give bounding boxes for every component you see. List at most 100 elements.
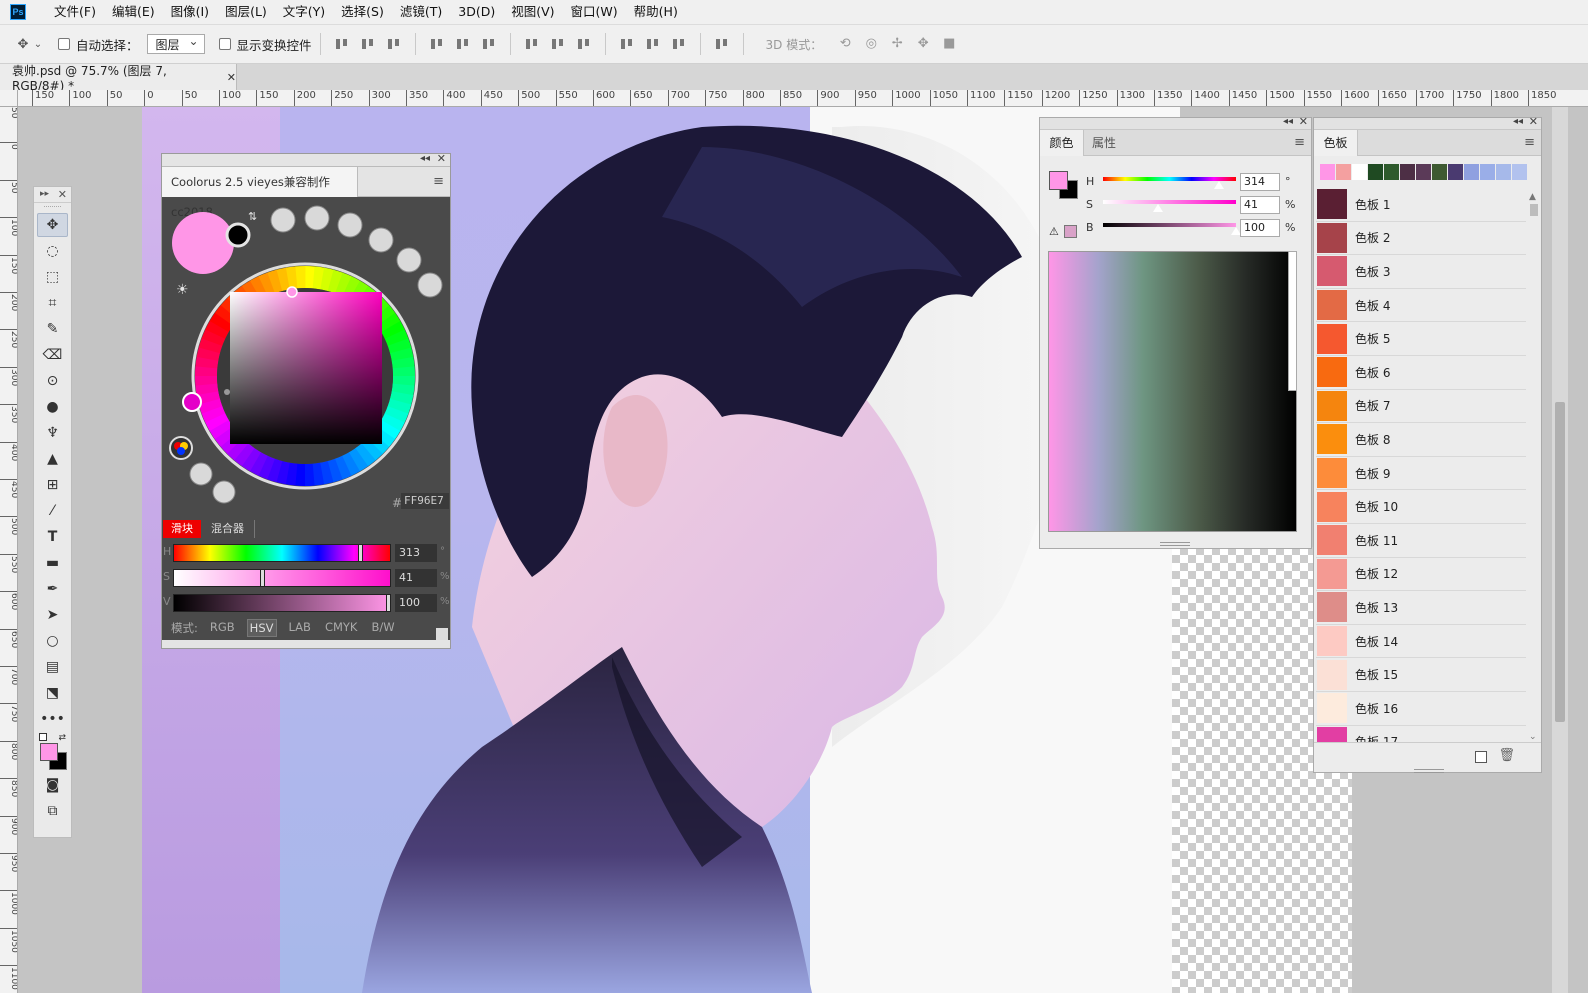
menu-item[interactable]: 文件(F): [46, 0, 104, 24]
color-panel-topstrip[interactable]: ◂◂ ✕: [1040, 115, 1311, 130]
slider-value[interactable]: 100: [395, 594, 437, 612]
brush-tool-icon[interactable]: ✎: [37, 317, 68, 341]
slider-value[interactable]: 41: [1240, 196, 1280, 214]
swatch-chip[interactable]: [1317, 390, 1347, 421]
menu-item[interactable]: 图层(L): [217, 0, 275, 24]
move-tool-icon[interactable]: ✥: [14, 35, 32, 53]
tab-properties[interactable]: 属性: [1092, 130, 1116, 156]
gamut-warning-swatch[interactable]: [1064, 225, 1077, 238]
auto-align-icon[interactable]: [714, 36, 730, 52]
menu-item[interactable]: 3D(D): [450, 0, 503, 24]
expand-icon[interactable]: ▸▸: [40, 189, 49, 199]
swatch-chip[interactable]: [1317, 726, 1347, 743]
mode-option[interactable]: B/W: [369, 619, 396, 637]
menu-item[interactable]: 滤镜(T): [392, 0, 450, 24]
swap-icon[interactable]: ⇅: [248, 210, 257, 223]
preset-knob-6[interactable]: [417, 272, 443, 298]
menu-item[interactable]: 帮助(H): [626, 0, 686, 24]
close-icon[interactable]: ✕: [58, 188, 67, 201]
ellipse-tool-icon[interactable]: ○: [37, 629, 68, 653]
eraser-tool-icon[interactable]: ⌫: [37, 343, 68, 367]
recent-color-swatch[interactable]: [1448, 164, 1463, 180]
close-icon[interactable]: ✕: [1529, 115, 1538, 128]
trash-icon[interactable]: 🗑: [1498, 748, 1515, 763]
collapse-icon[interactable]: ◂◂: [420, 153, 430, 164]
align-vcenter-icon[interactable]: [360, 36, 376, 52]
swatch-chip[interactable]: [1317, 424, 1347, 455]
coolorus-tab[interactable]: Coolorus 2.5 vieyes兼容制作cc2018: [162, 167, 358, 219]
swatch-chip[interactable]: [1317, 189, 1347, 220]
preset-knob-8[interactable]: [212, 480, 236, 504]
swatches-panel-topstrip[interactable]: ◂◂ ✕: [1314, 115, 1541, 130]
foreground-color-swatch[interactable]: [1049, 171, 1068, 190]
eyedropper-tool-icon[interactable]: ⁄: [37, 499, 68, 523]
menu-item[interactable]: 窗口(W): [563, 0, 626, 24]
color-picker-handle[interactable]: [286, 286, 298, 298]
panel-menu-icon[interactable]: ≡: [1294, 135, 1305, 150]
menu-item[interactable]: 图像(I): [163, 0, 217, 24]
more-tools-icon[interactable]: •••: [37, 707, 68, 731]
swatch-chip[interactable]: [1317, 256, 1347, 287]
tools-panel-header[interactable]: ▸▸ ✕: [34, 187, 71, 203]
swatch-chip[interactable]: [1317, 659, 1347, 690]
align-bottom-icon[interactable]: [386, 36, 402, 52]
rotate-view-tool-icon[interactable]: ⬔: [37, 681, 68, 705]
auto-select-checkbox-box[interactable]: [58, 38, 70, 50]
swatch-chip[interactable]: [1317, 592, 1347, 623]
slider-track[interactable]: [173, 594, 391, 612]
tab-color[interactable]: 颜色: [1040, 130, 1084, 156]
ruler-corner[interactable]: [0, 90, 18, 107]
horizontal-ruler[interactable]: 150 100 50 0 50 100 150 200 250 300 350 400 450 500 55…: [18, 90, 1588, 107]
canvas-scroll-thumb[interactable]: [1555, 402, 1565, 722]
collapse-icon[interactable]: ◂◂: [1513, 116, 1523, 127]
hue-handle[interactable]: [182, 392, 202, 412]
swatch-chip[interactable]: [1317, 491, 1347, 522]
vertical-ruler[interactable]: 50 0 50 100 150 200 250 300 350 400 450 500 550 600 65…: [0, 107, 18, 993]
list-item[interactable]: 色板 11: [1316, 524, 1526, 558]
marquee-tool-icon[interactable]: ⬚: [37, 265, 68, 289]
distribute-left-icon[interactable]: [619, 36, 635, 52]
pen-tool-icon[interactable]: ✒: [37, 577, 68, 601]
recent-color-swatch[interactable]: [1496, 164, 1511, 180]
slider-track[interactable]: [1103, 223, 1236, 227]
preset-knob-1[interactable]: [270, 207, 296, 233]
auto-select-checkbox[interactable]: 自动选择：: [58, 35, 139, 54]
preset-knob-3[interactable]: [337, 212, 363, 238]
tab-slider[interactable]: 滑块: [163, 520, 201, 538]
list-item[interactable]: 色板 16: [1316, 692, 1526, 726]
move-tool-icon[interactable]: ✥: [37, 213, 68, 237]
coolorus-bottom-grip[interactable]: [162, 640, 450, 648]
slider-track[interactable]: [1103, 200, 1236, 204]
tab-swatches[interactable]: 色板: [1314, 130, 1358, 156]
list-item[interactable]: 色板 10: [1316, 490, 1526, 524]
path-select-tool-icon[interactable]: ➤: [37, 603, 68, 627]
list-item[interactable]: 色板 9: [1316, 457, 1526, 491]
slider-knob[interactable]: [386, 594, 391, 612]
coolorus-slider-h[interactable]: H 313 °: [162, 543, 452, 563]
color-slider-b[interactable]: B 100%: [1086, 218, 1308, 238]
gradient-tool-icon[interactable]: ▬: [37, 551, 68, 575]
crop-tool-icon[interactable]: ⌗: [37, 291, 68, 315]
swatch-chip[interactable]: [1317, 558, 1347, 589]
3d-roll-icon[interactable]: ◎: [862, 36, 880, 52]
mode-option[interactable]: HSV: [246, 619, 277, 637]
slider-track[interactable]: [173, 569, 391, 587]
swatch-list-scrollbar[interactable]: ▲ ⌄: [1528, 192, 1540, 742]
panel-grip[interactable]: [1414, 769, 1444, 773]
brightness-icon[interactable]: ☀: [176, 282, 189, 298]
recent-color-swatch[interactable]: [1400, 164, 1415, 180]
note-tool-icon[interactable]: ▤: [37, 655, 68, 679]
recent-color-swatch[interactable]: [1320, 164, 1335, 180]
slider-value[interactable]: 314: [1240, 173, 1280, 191]
quick-select-tool-icon[interactable]: ⊙: [37, 369, 68, 393]
swatch-chip[interactable]: [1317, 693, 1347, 724]
list-item[interactable]: 色板 15: [1316, 658, 1526, 692]
list-item[interactable]: 色板 3: [1316, 255, 1526, 289]
show-transform-checkbox[interactable]: 显示变换控件: [218, 35, 312, 54]
canvas-vertical-scrollbar[interactable]: [1552, 107, 1568, 993]
auto-select-target-select[interactable]: 图层: [146, 34, 205, 54]
coolorus-slider-s[interactable]: S 41%: [162, 568, 452, 588]
3d-orbit-icon[interactable]: ⟲: [836, 36, 854, 52]
preset-knob-4[interactable]: [368, 227, 394, 253]
recent-color-swatch[interactable]: [1464, 164, 1479, 180]
